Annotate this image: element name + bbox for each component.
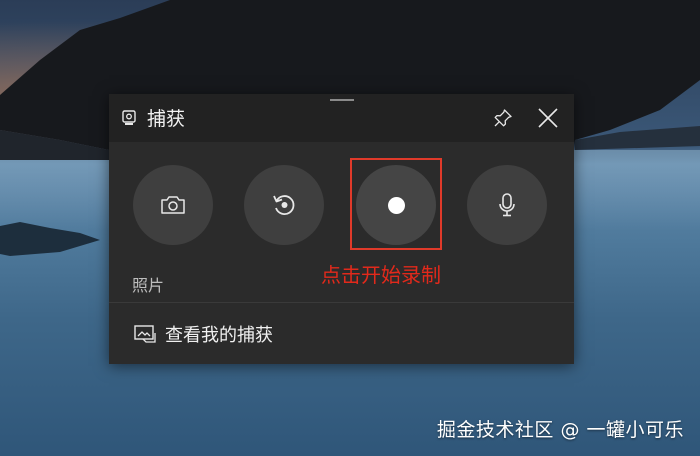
widget-title: 捕获	[147, 108, 186, 130]
microphone-button[interactable]	[467, 165, 547, 245]
capture-widget: 捕获 点击开始录制 照片 查看我的捕获	[109, 94, 574, 364]
widget-titlebar[interactable]: 捕获	[109, 94, 574, 142]
record-button-highlight-box	[350, 158, 442, 250]
camera-icon	[161, 196, 185, 214]
section-label-photos: 照片	[132, 276, 165, 295]
desktop-background: 捕获 点击开始录制 照片 查看我的捕获 掘金技术社区 @ 一罐小可乐	[0, 0, 700, 456]
watermark-text: 掘金技术社区 @ 一罐小可乐	[436, 419, 684, 441]
pin-button[interactable]	[489, 104, 517, 132]
annotation-hint: 点击开始录制	[321, 263, 441, 287]
gallery-icon	[134, 324, 156, 343]
webcam-icon	[122, 110, 136, 125]
record-last-30s-button[interactable]	[244, 165, 324, 245]
microphone-icon	[499, 193, 515, 217]
drag-grip[interactable]	[329, 99, 354, 101]
close-button[interactable]	[534, 104, 562, 132]
rewind-icon	[273, 195, 295, 215]
view-my-captures-label: 查看我的捕获	[165, 324, 273, 346]
screenshot-button[interactable]	[133, 165, 213, 245]
view-my-captures-link[interactable]: 查看我的捕获	[109, 303, 574, 364]
pin-icon	[494, 109, 512, 127]
close-icon	[538, 108, 558, 128]
